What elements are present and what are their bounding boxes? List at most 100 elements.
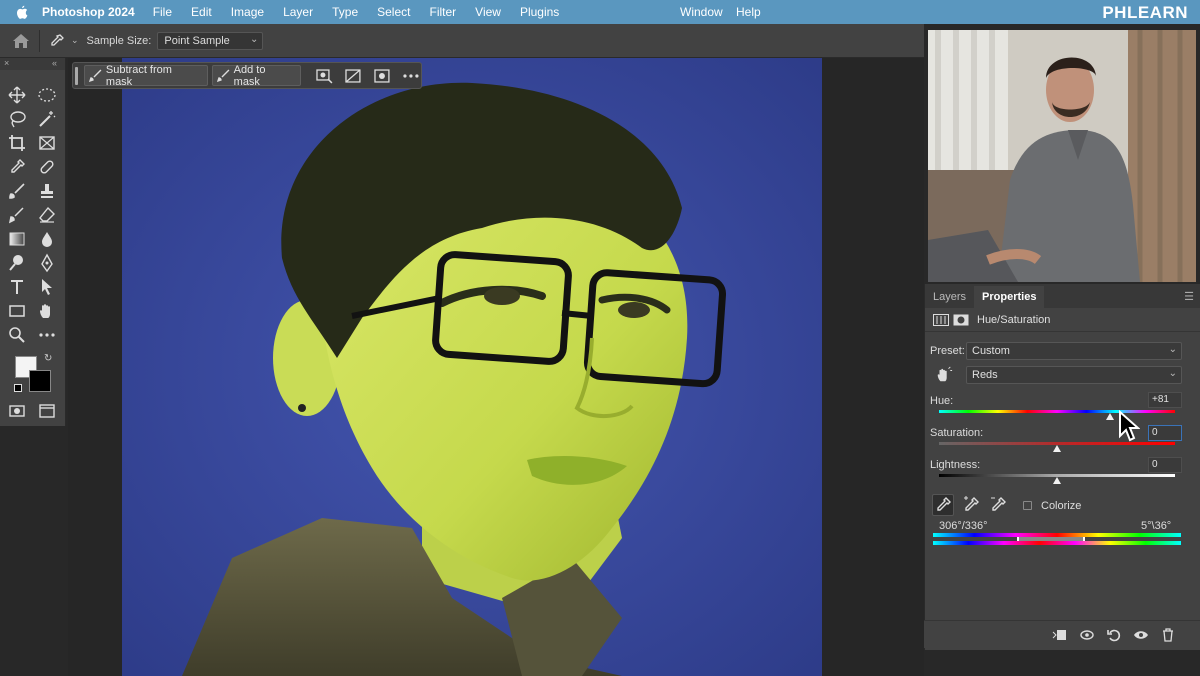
chevron-down-icon: ⌄ xyxy=(1168,368,1177,379)
color-range-bar-bottom xyxy=(933,541,1181,545)
presenter-video xyxy=(928,30,1196,282)
sample-size-label: Sample Size: xyxy=(86,34,152,47)
saturation-label: Saturation: xyxy=(930,427,984,439)
frame-tool-icon[interactable] xyxy=(37,133,57,153)
menu-help[interactable]: Help xyxy=(736,5,761,19)
channel-value: Reds xyxy=(972,369,998,381)
app-name-menu[interactable]: Photoshop 2024 xyxy=(42,5,135,19)
invert-mask-icon[interactable] xyxy=(343,66,363,86)
blur-tool-icon[interactable] xyxy=(37,229,57,249)
default-colors-icon[interactable] xyxy=(14,384,22,392)
menu-layer[interactable]: Layer xyxy=(283,5,313,19)
chevron-down-icon: ⌄ xyxy=(1168,344,1177,355)
sample-size-value: Point Sample xyxy=(164,34,230,47)
menu-type[interactable]: Type xyxy=(332,5,358,19)
panel-menu-icon[interactable]: ☰ xyxy=(1184,290,1194,303)
eyedropper-icon xyxy=(937,497,951,511)
add-to-mask-button[interactable]: Add to mask xyxy=(211,63,302,88)
eyedropper-tool-icon[interactable] xyxy=(49,33,65,49)
menu-select[interactable]: Select xyxy=(377,5,410,19)
pen-tool-icon[interactable] xyxy=(37,253,57,273)
menu-bar: Photoshop 2024 File Edit Image Layer Typ… xyxy=(0,0,1200,24)
lightness-label: Lightness: xyxy=(930,459,981,471)
background-color-swatch[interactable] xyxy=(29,370,51,392)
menu-filter[interactable]: Filter xyxy=(429,5,456,19)
dodge-tool-icon[interactable] xyxy=(7,253,27,273)
tab-layers[interactable]: Layers xyxy=(925,286,974,308)
mouse-cursor-icon xyxy=(1119,410,1140,442)
drag-handle[interactable] xyxy=(75,66,78,85)
brush-tool-icon[interactable] xyxy=(7,181,27,201)
swap-colors-icon[interactable]: ↻ xyxy=(44,353,52,364)
type-tool-icon[interactable] xyxy=(7,277,27,297)
menu-window[interactable]: Window xyxy=(680,5,723,19)
rectangle-tool-icon[interactable] xyxy=(7,301,27,321)
colorize-checkbox[interactable] xyxy=(1023,501,1032,510)
home-icon[interactable] xyxy=(12,33,30,49)
eyedropper-icon[interactable] xyxy=(7,157,27,177)
options-bar: ⌄ Sample Size: Point Sample ⌄ xyxy=(0,24,924,58)
collapse-icon[interactable]: « xyxy=(52,58,57,68)
sample-size-select[interactable]: Point Sample ⌄ xyxy=(157,31,264,50)
colorize-label: Colorize xyxy=(1041,500,1082,512)
feather-mask-icon[interactable] xyxy=(372,66,392,86)
trash-icon[interactable] xyxy=(1160,627,1176,643)
panel-tabs: Layers Properties ☰ xyxy=(925,284,1200,308)
saturation-slider-thumb[interactable] xyxy=(1053,445,1061,452)
add-to-mask-label: Add to mask xyxy=(233,63,266,88)
menu-image[interactable]: Image xyxy=(231,5,264,19)
eyedropper-minus-icon[interactable] xyxy=(988,495,1008,515)
eyedropper-plus-icon[interactable] xyxy=(961,495,981,515)
screen-mode-icon[interactable] xyxy=(37,401,57,421)
more-tools-icon[interactable] xyxy=(37,325,57,345)
quick-mask-icon[interactable] xyxy=(7,401,27,421)
stamp-tool-icon[interactable] xyxy=(37,181,57,201)
hue-value-field[interactable]: +81 xyxy=(1148,392,1182,408)
lightness-slider-thumb[interactable] xyxy=(1053,477,1061,484)
crop-tool-icon[interactable] xyxy=(7,133,27,153)
subtract-from-mask-button[interactable]: Subtract from mask xyxy=(83,63,208,88)
view-previous-state-icon[interactable] xyxy=(1079,627,1095,643)
menu-view[interactable]: View xyxy=(475,5,501,19)
healing-brush-icon[interactable] xyxy=(37,157,57,177)
preset-value: Custom xyxy=(972,345,1010,357)
hue-slider-thumb[interactable] xyxy=(1106,413,1115,420)
adjustment-icon[interactable] xyxy=(933,313,949,326)
zoom-tool-icon[interactable] xyxy=(7,325,27,345)
range-right-readout: 5°\36° xyxy=(1141,520,1172,532)
eraser-tool-icon[interactable] xyxy=(37,205,57,225)
menu-file[interactable]: File xyxy=(153,5,172,19)
gradient-tool-icon[interactable] xyxy=(7,229,27,249)
document-image[interactable] xyxy=(122,58,822,676)
lasso-tool-icon[interactable] xyxy=(7,109,27,129)
saturation-value-field[interactable]: 0 xyxy=(1148,425,1182,441)
eyedropper-button[interactable] xyxy=(932,494,954,516)
lightness-value-field[interactable]: 0 xyxy=(1148,457,1182,473)
layer-mask-icon[interactable] xyxy=(953,314,969,326)
channel-select[interactable]: Reds ⌄ xyxy=(966,366,1182,384)
menu-edit[interactable]: Edit xyxy=(191,5,212,19)
reset-icon[interactable] xyxy=(1106,627,1122,643)
tab-properties[interactable]: Properties xyxy=(974,286,1045,308)
close-icon[interactable]: × xyxy=(4,58,9,68)
chevron-down-icon[interactable]: ⌄ xyxy=(71,35,79,46)
preset-select[interactable]: Custom ⌄ xyxy=(966,342,1182,360)
tools-panel: × « ↻ xyxy=(0,58,66,426)
hue-label: Hue: xyxy=(930,395,954,407)
magic-wand-tool-icon[interactable] xyxy=(37,109,57,129)
apple-icon[interactable] xyxy=(14,5,30,19)
path-selection-icon[interactable] xyxy=(37,277,57,297)
move-tool-icon[interactable] xyxy=(7,85,27,105)
targeted-adjustment-hand-icon[interactable] xyxy=(935,366,953,384)
subtract-from-mask-label: Subtract from mask xyxy=(105,63,172,88)
clip-to-layer-icon[interactable] xyxy=(1052,627,1068,643)
visibility-eye-icon[interactable] xyxy=(1133,627,1149,643)
history-brush-icon[interactable] xyxy=(7,205,27,225)
brush-minus-icon xyxy=(88,69,102,82)
more-options-icon[interactable] xyxy=(401,66,421,86)
mask-settings-icon[interactable] xyxy=(314,66,334,86)
menu-plugins[interactable]: Plugins xyxy=(520,5,559,19)
marquee-tool-icon[interactable] xyxy=(37,85,57,105)
brand-logo: PHLEARN xyxy=(1102,3,1188,22)
hand-tool-icon[interactable] xyxy=(37,301,57,321)
